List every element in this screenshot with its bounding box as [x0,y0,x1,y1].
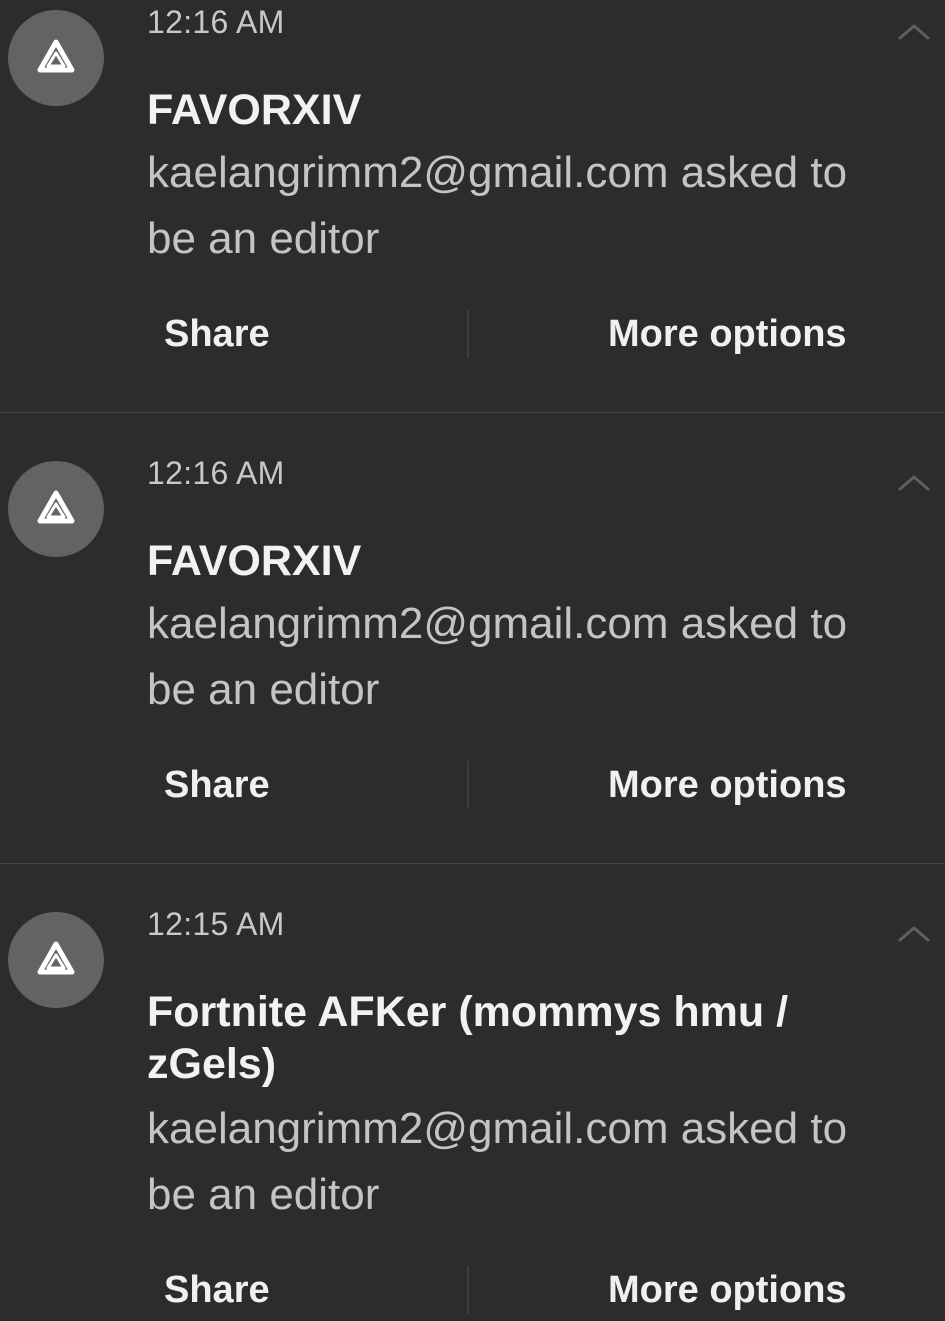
notification-body: kaelangrimm2@gmail.com asked to be an ed… [147,148,848,263]
notification-title: Fortnite AFKer (mommys hmu / zGels) [147,988,789,1088]
notification-title: FAVORXIV [147,86,362,134]
notification-time: 12:16 AM [147,4,285,40]
more-options-button[interactable]: More options [608,763,847,807]
chevron-up-icon[interactable] [896,471,932,495]
share-button[interactable]: Share [164,312,270,356]
more-options-button[interactable]: More options [608,312,847,356]
action-divider [467,310,469,358]
notification-card[interactable]: 12:16 AM FAVORXIV kaelangrimm2@gmail.com… [0,413,945,863]
notification-card[interactable]: 12:16 AM FAVORXIV kaelangrimm2@gmail.com… [0,0,945,412]
chevron-up-icon[interactable] [896,922,932,946]
drive-icon [8,912,104,1008]
share-button[interactable]: Share [164,1268,270,1312]
action-divider [467,1266,469,1314]
action-divider [467,761,469,809]
share-button[interactable]: Share [164,763,270,807]
notification-body: kaelangrimm2@gmail.com asked to be an ed… [147,1104,848,1219]
notification-list: 12:16 AM FAVORXIV kaelangrimm2@gmail.com… [0,0,945,1321]
notification-title: FAVORXIV [147,537,362,585]
drive-icon [8,10,104,106]
drive-icon [8,461,104,557]
notification-card[interactable]: 12:15 AM Fortnite AFKer (mommys hmu / zG… [0,864,945,1321]
notification-time: 12:15 AM [147,906,285,942]
chevron-up-icon[interactable] [896,20,932,44]
more-options-button[interactable]: More options [608,1268,847,1312]
notification-time: 12:16 AM [147,455,285,491]
notification-body: kaelangrimm2@gmail.com asked to be an ed… [147,599,848,714]
